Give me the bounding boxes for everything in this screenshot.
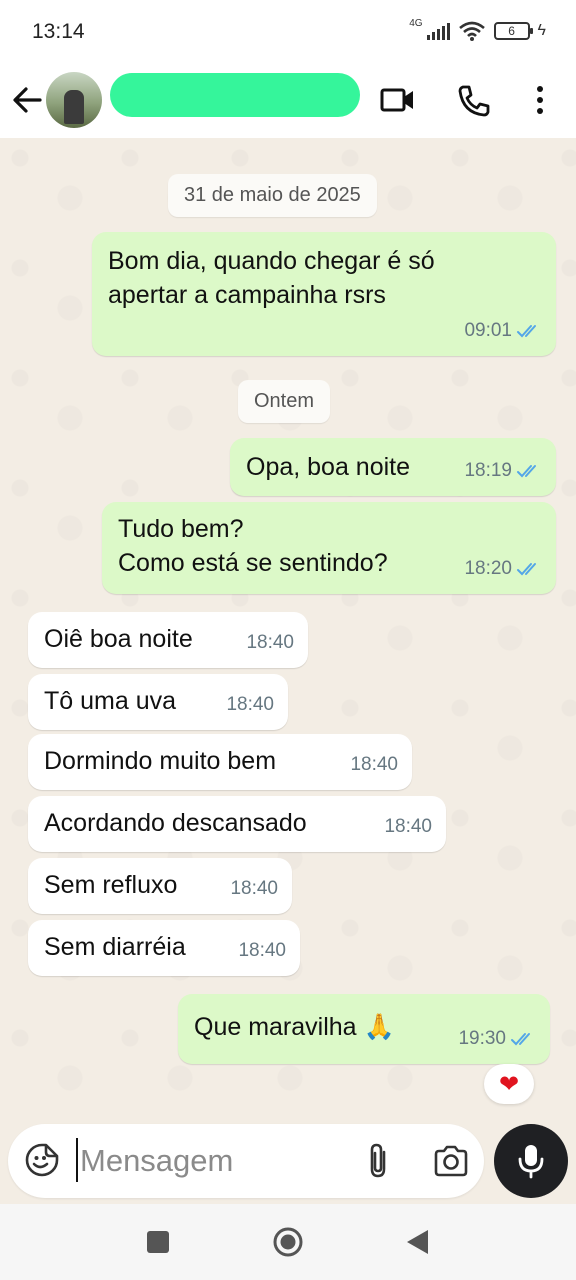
message-meta: 09:01 [464,314,542,348]
system-nav-bar [0,1204,576,1280]
message-text: Sem refluxo [44,871,178,899]
message-time: 18:40 [384,816,432,837]
sticker-icon[interactable] [24,1142,60,1178]
read-ticks-icon [517,563,536,576]
wifi-icon [458,21,485,41]
chat-messages[interactable]: 31 de maio de 2025 Bom dia, quando chega… [0,138,576,1120]
message-text: Oiê boa noite [44,625,193,653]
attach-icon[interactable] [362,1142,394,1180]
message-text: Dormindo muito bem [44,747,277,775]
message-incoming[interactable]: Tô uma uva 18:40 [28,674,288,730]
message-time: 19:30 [458,1028,506,1049]
message-input[interactable] [80,1140,340,1182]
read-ticks-icon [511,1033,530,1046]
home-icon[interactable] [272,1226,304,1258]
message-meta: 18:40 [238,934,286,968]
message-time: 09:01 [464,320,512,341]
video-call-icon[interactable] [378,80,418,120]
message-incoming[interactable]: Oiê boa noite 18:40 [28,612,308,668]
message-meta: 18:19 [464,454,542,488]
charging-icon: ϟ [537,22,546,39]
recents-icon[interactable] [146,1230,170,1254]
message-meta: 18:40 [230,872,278,906]
contact-name-redacted[interactable] [110,73,360,117]
back-arrow-icon[interactable] [10,80,44,120]
message-outgoing[interactable]: Que maravilha 🙏 19:30 [178,994,550,1064]
message-meta: 18:40 [384,810,432,844]
message-time: 18:40 [350,754,398,775]
chat-header [0,62,576,138]
message-time: 18:40 [230,878,278,899]
cell-signal-icon [426,22,450,40]
message-text: Sem diarréia [44,933,186,961]
message-text: Bom dia, quando chegar é só apertar a ca… [108,247,435,309]
message-meta: 19:30 [458,1022,536,1056]
date-chip: 31 de maio de 2025 [168,174,377,217]
date-chip: Ontem [238,380,331,423]
message-incoming[interactable]: Sem diarréia 18:40 [28,920,300,976]
mic-icon [518,1145,544,1179]
message-text: Que maravilha 🙏 [194,1013,395,1041]
heart-reaction[interactable]: ❤ [484,1064,534,1104]
message-outgoing[interactable]: Bom dia, quando chegar é só apertar a ca… [92,232,556,356]
text-cursor [76,1138,78,1182]
avatar-person-shape [64,90,84,124]
contact-avatar[interactable] [46,72,102,128]
message-time: 18:20 [464,558,512,579]
nav-back-icon[interactable] [404,1228,430,1256]
message-outgoing[interactable]: Tudo bem? Como está se sentindo? 18:20 [102,502,556,594]
voice-call-icon[interactable] [454,80,494,120]
read-ticks-icon [517,325,536,338]
battery-icon: 6 [493,22,533,40]
message-meta: 18:40 [350,748,398,782]
network-type: 4G [409,17,423,29]
message-time: 18:19 [464,460,512,481]
message-text: Opa, boa noite [246,453,411,481]
status-bar: 13:14 4G 6 ϟ [0,0,576,62]
status-time: 13:14 [32,20,85,43]
message-composer [8,1124,484,1198]
message-text: Acordando descansado [44,809,307,837]
message-text: Tudo bem? Como está se sentindo? [118,515,388,577]
message-incoming[interactable]: Sem refluxo 18:40 [28,858,292,914]
message-incoming[interactable]: Acordando descansado 18:40 [28,796,446,852]
message-text: Tô uma uva [44,687,177,715]
mic-button[interactable] [494,1124,568,1198]
more-options-icon[interactable] [520,80,560,120]
message-time: 18:40 [238,940,286,961]
status-icons: 4G 6 ϟ [409,18,546,44]
message-meta: 18:20 [464,552,542,586]
message-outgoing[interactable]: Opa, boa noite 18:19 [230,438,556,496]
message-incoming[interactable]: Dormindo muito bem 18:40 [28,734,412,790]
message-meta: 18:40 [226,688,274,722]
message-meta: 18:40 [246,626,294,660]
camera-icon[interactable] [432,1144,470,1178]
message-time: 18:40 [246,632,294,653]
message-time: 18:40 [226,694,274,715]
read-ticks-icon [517,465,536,478]
